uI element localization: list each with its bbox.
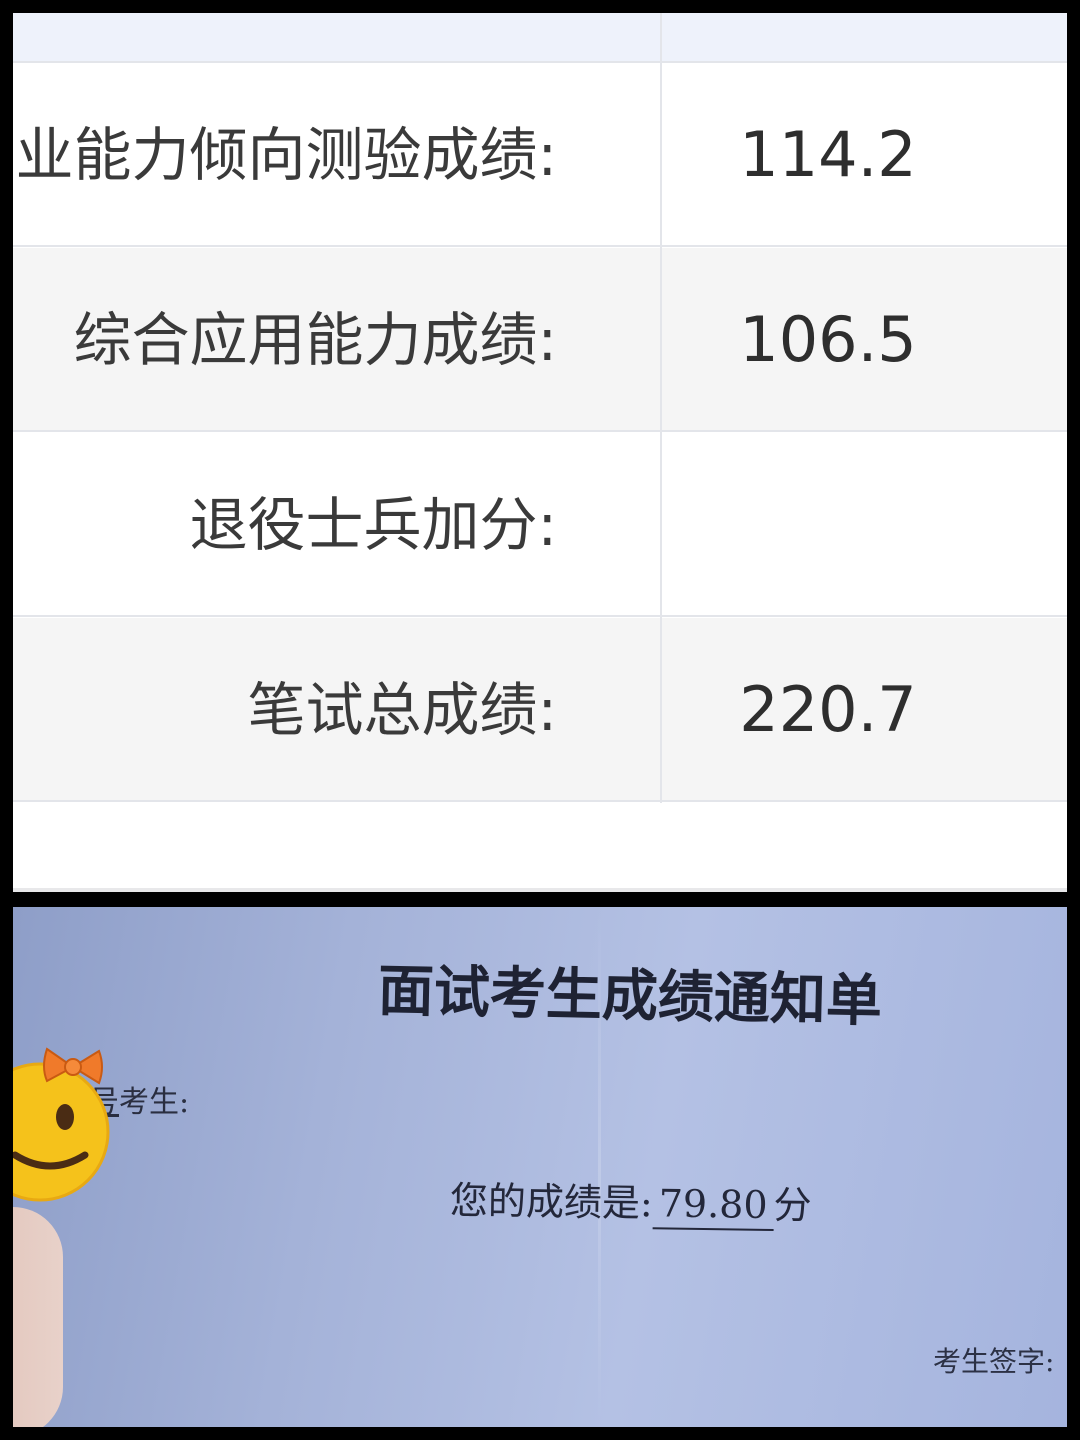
row-label: 退役士兵加分: <box>189 491 557 559</box>
row-label: 笔试总成绩: <box>247 676 557 744</box>
interview-score-value: 79.80 <box>652 1181 774 1231</box>
table-row-comprehensive: 综合应用能力成绩: 106.5 <box>13 248 1067 432</box>
row-value: 220.7 <box>739 673 917 746</box>
interview-score-notice-photo: 面试考生成绩通知单 号考生: 您的成绩是: 79.80 分 考生签字: <box>13 907 1067 1427</box>
score-prefix: 您的成绩是: <box>449 1178 654 1226</box>
written-exam-score-table: 业能力倾向测验成绩: 114.2 综合应用能力成绩: 106.5 退役士兵加分:… <box>13 13 1067 892</box>
row-value: 106.5 <box>739 303 917 376</box>
smiling-face-with-bow-icon <box>13 1047 110 1202</box>
row-label: 业能力倾向测验成绩: <box>15 121 557 189</box>
row-value: 114.2 <box>739 118 917 191</box>
table-row-veteran-bonus: 退役士兵加分: <box>13 433 1067 617</box>
column-divider <box>660 13 662 803</box>
table-header <box>13 13 1067 63</box>
notice-title: 面试考生成绩通知单 <box>377 957 883 1035</box>
row-value <box>713 433 943 617</box>
examinee-text: 考生: <box>119 1085 190 1120</box>
table-row-total: 笔试总成绩: 220.7 <box>13 618 1067 802</box>
signature-label: 考生签字: <box>933 1345 1055 1378</box>
row-label: 综合应用能力成绩: <box>73 306 557 374</box>
score-unit: 分 <box>773 1182 812 1228</box>
interview-score-line: 您的成绩是: 79.80 分 <box>450 1169 812 1231</box>
table-bottom-border <box>13 888 1067 892</box>
finger-holding-paper <box>13 1207 63 1427</box>
table-row-aptitude: 业能力倾向测验成绩: 114.2 <box>13 63 1067 247</box>
